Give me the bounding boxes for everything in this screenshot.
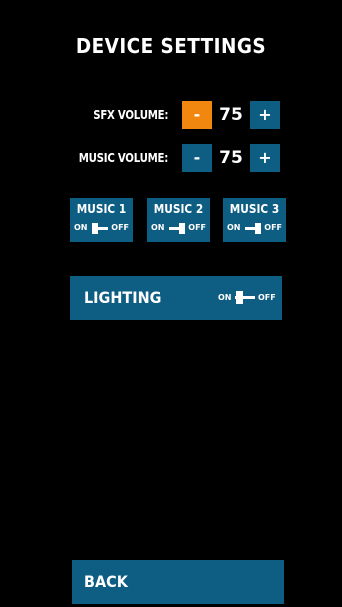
music-2-off-label: OFF — [188, 223, 206, 232]
sfx-volume-value: 75 — [219, 105, 243, 125]
music-3-off-label: OFF — [264, 223, 282, 232]
music-1-switch: ON OFF — [70, 222, 133, 236]
music-1-switch-knob — [92, 223, 98, 234]
music-1-on-label: ON — [74, 223, 88, 232]
music-3-switch: ON OFF — [223, 222, 286, 236]
sfx-volume-row: SFX VOLUME: - 75 + — [0, 101, 342, 129]
lighting-off-label: OFF — [258, 293, 276, 302]
sfx-volume-increase-button[interactable]: + — [250, 101, 280, 129]
music-1-label: MUSIC 1 — [76, 202, 127, 216]
music-volume-value: 75 — [219, 148, 243, 168]
music-1-toggle[interactable]: MUSIC 1 ON OFF — [70, 198, 133, 242]
music-volume-increase-button[interactable]: + — [250, 144, 280, 172]
lighting-on-label: ON — [218, 293, 232, 302]
music-3-label: MUSIC 3 — [229, 202, 280, 216]
music-2-switch: ON OFF — [147, 222, 210, 236]
page-title: DEVICE SETTINGS — [75, 34, 267, 58]
back-button[interactable]: BACK — [72, 560, 284, 604]
settings-screen: DEVICE SETTINGS SFX VOLUME: - 75 + MUSIC… — [0, 0, 342, 607]
music-3-toggle[interactable]: MUSIC 3 ON OFF — [223, 198, 286, 242]
music-1-off-label: OFF — [111, 223, 129, 232]
lighting-toggle[interactable]: LIGHTING ON OFF — [70, 276, 282, 320]
music-2-label: MUSIC 2 — [153, 202, 204, 216]
music-3-switch-knob — [255, 223, 261, 234]
music-volume-decrease-button[interactable]: - — [182, 144, 212, 172]
sfx-volume-decrease-button[interactable]: - — [182, 101, 212, 129]
music-volume-label: MUSIC VOLUME: — [78, 151, 169, 165]
music-volume-row: MUSIC VOLUME: - 75 + — [0, 144, 342, 172]
music-2-on-label: ON — [151, 223, 165, 232]
lighting-switch-knob — [236, 291, 243, 304]
lighting-label: LIGHTING — [84, 288, 162, 307]
lighting-switch: ON OFF — [218, 291, 278, 305]
back-button-label: BACK — [84, 572, 128, 591]
music-3-on-label: ON — [227, 223, 241, 232]
music-2-switch-knob — [179, 223, 185, 234]
music-2-toggle[interactable]: MUSIC 2 ON OFF — [147, 198, 210, 242]
sfx-volume-label: SFX VOLUME: — [93, 108, 168, 122]
